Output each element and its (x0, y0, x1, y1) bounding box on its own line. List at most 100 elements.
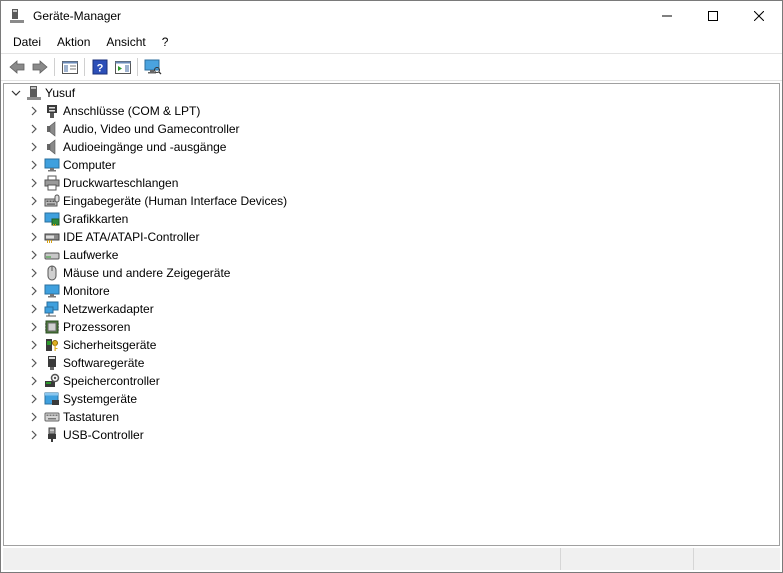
menu-datei[interactable]: Datei (5, 31, 49, 53)
tree-category-row[interactable]: Sicherheitsgeräte (4, 336, 779, 354)
maximize-button[interactable] (690, 1, 736, 31)
chevron-right-icon[interactable] (26, 103, 42, 119)
chevron-down-icon[interactable] (8, 85, 24, 101)
chevron-right-icon[interactable] (26, 139, 42, 155)
tree-category-row[interactable]: Computer (4, 156, 779, 174)
tree-category-label: Netzwerkadapter (63, 302, 154, 316)
mouse-icon (44, 265, 60, 281)
window-title: Geräte-Manager (33, 9, 122, 23)
tree-category-row[interactable]: Audio, Video und Gamecontroller (4, 120, 779, 138)
network-icon (44, 301, 60, 317)
minimize-button[interactable] (644, 1, 690, 31)
chevron-right-icon[interactable] (26, 247, 42, 263)
menu-help[interactable]: ? (154, 31, 177, 53)
tree-category-label: Sicherheitsgeräte (63, 338, 157, 352)
svg-text:?: ? (96, 63, 103, 75)
tree-category-label: Speichercontroller (63, 374, 160, 388)
tree-category-label: Softwaregeräte (63, 356, 145, 370)
tree-category-label: IDE ATA/ATAPI-Controller (63, 230, 200, 244)
chevron-right-icon[interactable] (26, 211, 42, 227)
tree-category-row[interactable]: Laufwerke (4, 246, 779, 264)
tree-category-row[interactable]: Eingabegeräte (Human Interface Devices) (4, 192, 779, 210)
tree-category-row[interactable]: Audioeingänge und -ausgänge (4, 138, 779, 156)
tree-category-row[interactable]: USB-Controller (4, 426, 779, 444)
chevron-right-icon[interactable] (26, 427, 42, 443)
chevron-right-icon[interactable] (26, 175, 42, 191)
show-hide-console-tree-button[interactable] (58, 56, 81, 78)
chevron-right-icon[interactable] (26, 157, 42, 173)
tree-category-row[interactable]: Grafikkarten (4, 210, 779, 228)
tree-root-node[interactable]: Yusuf (4, 84, 779, 102)
chevron-right-icon[interactable] (26, 193, 42, 209)
tree-category-row[interactable]: Tastaturen (4, 408, 779, 426)
help-icon: ? (92, 59, 107, 75)
device-manager-app-icon (9, 8, 25, 24)
tree-category-row[interactable]: Anschlüsse (COM & LPT) (4, 102, 779, 120)
back-button[interactable] (5, 56, 28, 78)
action-pane-icon (114, 61, 131, 74)
tree-category-row[interactable]: Druckwarteschlangen (4, 174, 779, 192)
chevron-right-icon[interactable] (26, 265, 42, 281)
chevron-right-icon[interactable] (26, 229, 42, 245)
drive-icon (44, 247, 60, 263)
action-pane-button[interactable] (111, 56, 134, 78)
tree-category-label: Tastaturen (63, 410, 120, 424)
monitor-icon (44, 157, 60, 173)
storage-controller-icon (44, 373, 60, 389)
tree-category-row[interactable]: Monitore (4, 282, 779, 300)
tree-category-row[interactable]: IDE ATA/ATAPI-Controller (4, 228, 779, 246)
title-bar[interactable]: Geräte-Manager (1, 1, 782, 31)
tree-category-row[interactable]: Mäuse und andere Zeigegeräte (4, 264, 779, 282)
close-button[interactable] (736, 1, 782, 31)
chevron-right-icon[interactable] (26, 355, 42, 371)
chevron-right-icon[interactable] (26, 121, 42, 137)
chevron-right-icon[interactable] (26, 373, 42, 389)
tree-category-row[interactable]: Netzwerkadapter (4, 300, 779, 318)
console-tree-icon (61, 61, 78, 74)
security-key-icon (44, 337, 60, 353)
maximize-icon (708, 11, 718, 21)
software-device-icon (44, 355, 60, 371)
toolbar-separator (137, 58, 138, 76)
chevron-right-icon[interactable] (26, 391, 42, 407)
keyboard-icon (44, 409, 60, 425)
device-tree[interactable]: Yusuf Anschlüsse (COM & LPT) Audio, Video… (3, 83, 780, 546)
toolbar-separator (84, 58, 85, 76)
display-adapter-icon (44, 211, 60, 227)
menu-ansicht[interactable]: Ansicht (98, 31, 153, 53)
printer-icon (44, 175, 60, 191)
chevron-right-icon[interactable] (26, 409, 42, 425)
tree-category-label: Systemgeräte (63, 392, 138, 406)
tree-category-row[interactable]: Softwaregeräte (4, 354, 779, 372)
tree-category-row[interactable]: Prozessoren (4, 318, 779, 336)
status-cell-secondary (561, 548, 694, 570)
arrow-right-icon (32, 60, 48, 74)
tree-category-row[interactable]: Speichercontroller (4, 372, 779, 390)
monitor-scan-icon (144, 59, 161, 75)
chevron-right-icon[interactable] (26, 337, 42, 353)
status-cell-tertiary (694, 548, 780, 570)
processor-icon (44, 319, 60, 335)
tree-category-label: Prozessoren (63, 320, 131, 334)
forward-button[interactable] (28, 56, 51, 78)
system-device-icon (44, 391, 60, 407)
tree-category-label: Eingabegeräte (Human Interface Devices) (63, 194, 288, 208)
help-button[interactable]: ? (88, 56, 111, 78)
tree-category-label: Anschlüsse (COM & LPT) (63, 104, 201, 118)
tree-category-label: Druckwarteschlangen (63, 176, 179, 190)
ide-controller-icon (44, 229, 60, 245)
tree-category-row[interactable]: Systemgeräte (4, 390, 779, 408)
tree-category-label: Audioeingänge und -ausgänge (63, 140, 227, 154)
chevron-right-icon[interactable] (26, 283, 42, 299)
menu-aktion[interactable]: Aktion (49, 31, 98, 53)
chevron-right-icon[interactable] (26, 319, 42, 335)
arrow-left-icon (8, 60, 24, 74)
port-icon (44, 103, 60, 119)
status-cell-main (3, 548, 561, 570)
usb-icon (44, 427, 60, 443)
tree-category-label: Grafikkarten (63, 212, 129, 226)
scan-hardware-button[interactable] (141, 56, 164, 78)
chevron-right-icon[interactable] (26, 301, 42, 317)
tree-category-label: Monitore (63, 284, 110, 298)
menu-bar: Datei Aktion Ansicht ? (1, 31, 782, 53)
